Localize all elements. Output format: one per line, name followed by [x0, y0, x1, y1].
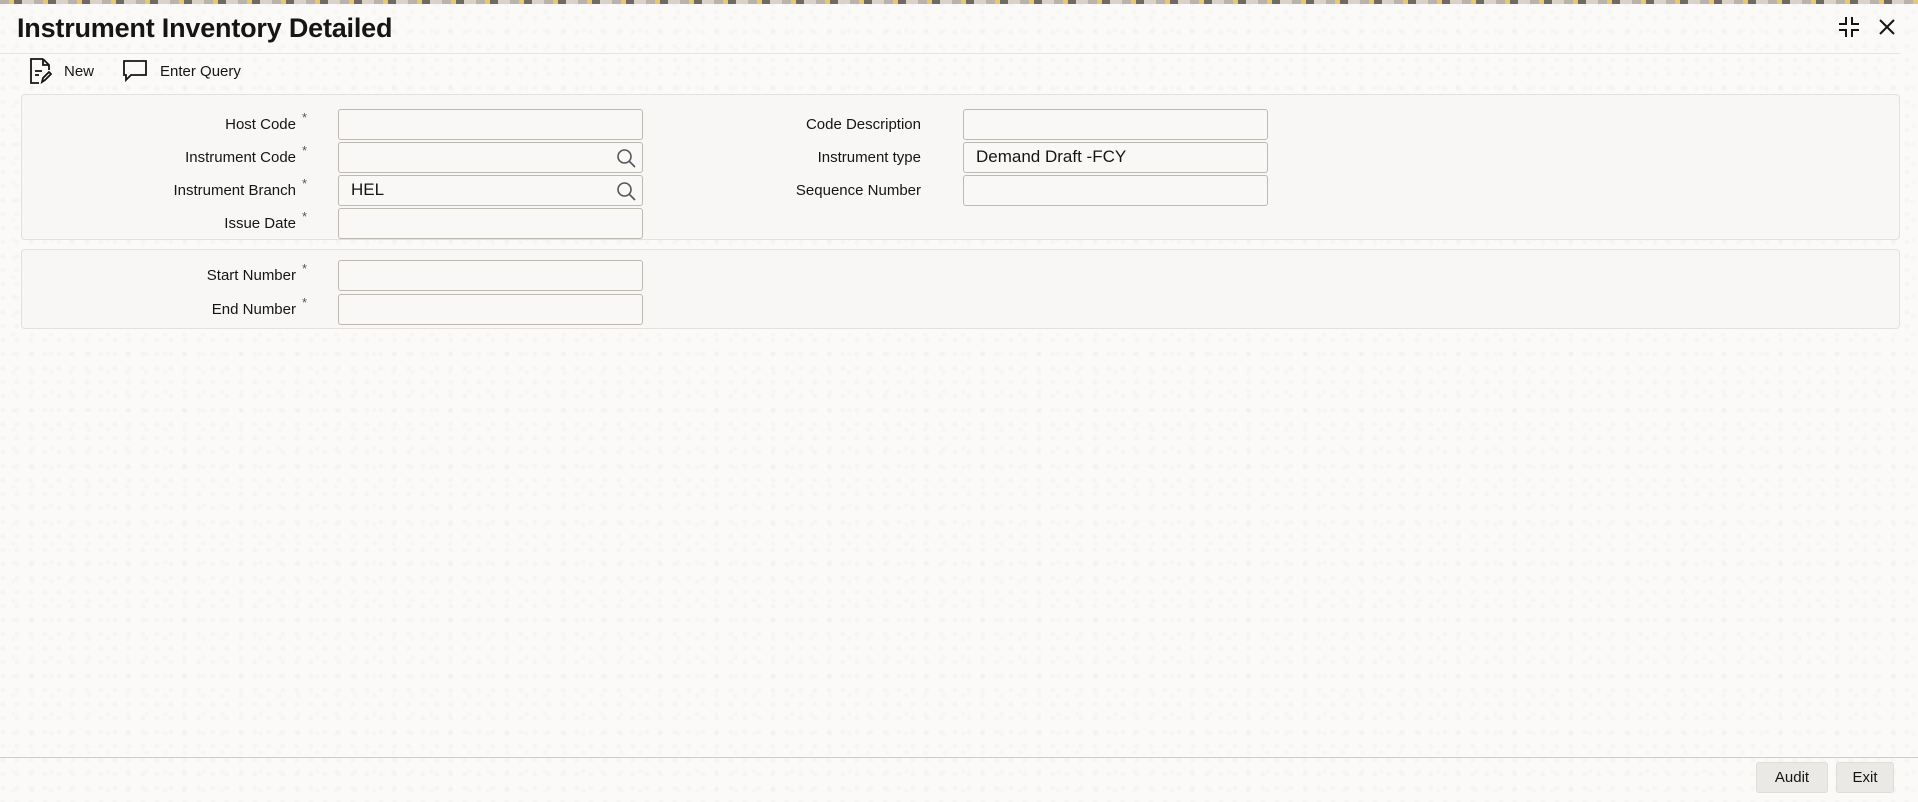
speech-bubble-icon: [123, 60, 147, 83]
new-button[interactable]: New: [28, 57, 94, 85]
enter-query-button[interactable]: Enter Query: [122, 57, 241, 85]
end-number-field[interactable]: [338, 293, 643, 325]
window-controls: [1836, 14, 1900, 40]
sequence-number-field[interactable]: [963, 174, 1268, 206]
required-marker: *: [302, 143, 308, 158]
instrument-branch-row: Instrument Branch * HEL: [22, 174, 643, 206]
sequence-number-label: Sequence Number: [795, 181, 921, 199]
instrument-code-field[interactable]: [338, 141, 643, 173]
start-number-label: Start Number: [206, 266, 296, 284]
required-marker: *: [302, 209, 308, 224]
required-marker: *: [302, 261, 308, 276]
end-number-row: End Number *: [22, 293, 643, 325]
search-icon[interactable]: [616, 181, 636, 201]
top-decorative-strip: [0, 0, 1918, 4]
window-title: Instrument Inventory Detailed: [17, 13, 393, 43]
number-range-panel: Start Number * End Number *: [21, 249, 1900, 329]
instrument-code-row: Instrument Code *: [22, 141, 643, 173]
new-document-icon: [30, 58, 52, 84]
instrument-type-label: Instrument type: [817, 148, 921, 166]
enter-query-button-label: Enter Query: [160, 62, 241, 80]
instrument-code-label: Instrument Code: [185, 148, 296, 166]
toolbar: New Enter Query: [28, 57, 241, 85]
start-number-row: Start Number *: [22, 259, 643, 291]
required-marker: *: [302, 110, 308, 125]
code-description-label: Code Description: [805, 115, 921, 133]
host-code-field[interactable]: [338, 108, 643, 140]
host-code-label: Host Code: [225, 115, 296, 133]
collapse-icon[interactable]: [1836, 14, 1862, 40]
start-number-field[interactable]: [338, 259, 643, 291]
instrument-type-row: Instrument type Demand Draft -FCY: [647, 141, 1268, 173]
issue-date-field[interactable]: [338, 207, 643, 239]
sequence-number-row: Sequence Number: [647, 174, 1268, 206]
host-code-row: Host Code *: [22, 108, 643, 140]
new-button-label: New: [64, 62, 95, 80]
required-marker: *: [302, 176, 308, 191]
instrument-branch-field[interactable]: HEL: [338, 174, 643, 206]
audit-button[interactable]: Audit: [1756, 762, 1828, 793]
instrument-details-panel: Host Code * Instrument Code * Instrument…: [21, 94, 1900, 240]
issue-date-row: Issue Date *: [22, 207, 643, 239]
instrument-branch-label: Instrument Branch: [173, 181, 296, 199]
exit-button[interactable]: Exit: [1836, 762, 1894, 793]
search-icon[interactable]: [616, 148, 636, 168]
instrument-type-field[interactable]: Demand Draft -FCY: [963, 141, 1268, 173]
header-divider: [0, 53, 1900, 54]
required-marker: *: [302, 295, 308, 310]
code-description-row: Code Description: [647, 108, 1268, 140]
footer-divider: [0, 757, 1918, 758]
issue-date-label: Issue Date: [224, 214, 296, 232]
code-description-field[interactable]: [963, 108, 1268, 140]
end-number-label: End Number: [211, 300, 296, 318]
close-icon[interactable]: [1874, 14, 1900, 40]
